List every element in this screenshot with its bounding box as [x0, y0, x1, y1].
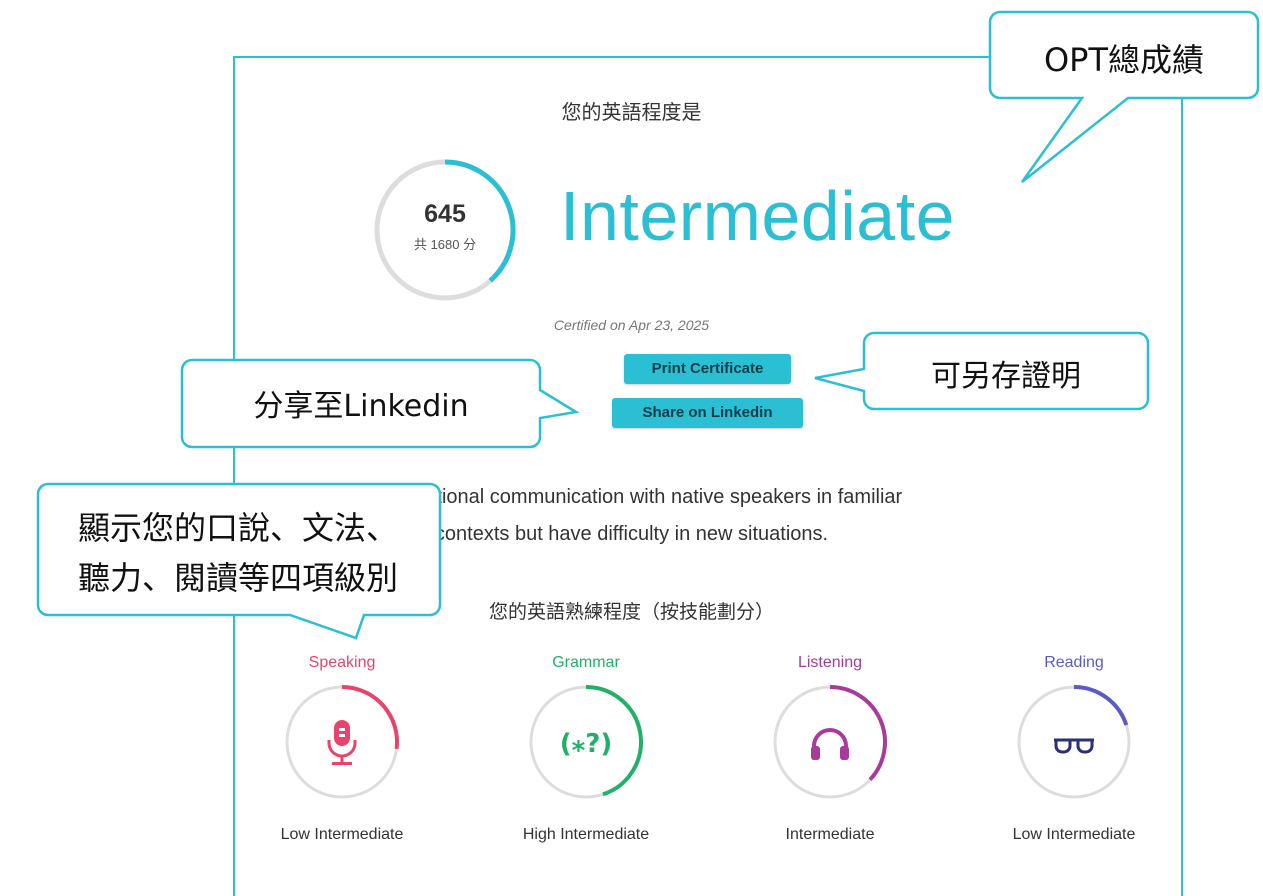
total-score-ring	[374, 159, 516, 301]
skill-progress-arc	[1073, 685, 1129, 726]
skill-name: Grammar	[552, 654, 620, 671]
skill-ring	[773, 685, 887, 799]
skill-level: Intermediate	[785, 826, 875, 843]
skill-ring	[1017, 685, 1131, 799]
glasses-icon	[1054, 738, 1094, 754]
level-heading: 您的英語程度是	[561, 102, 702, 124]
skills-heading: 您的英語熟練程度（按技能劃分）	[488, 602, 774, 623]
skill-ring	[285, 685, 399, 799]
svg-text:(⁎?): (⁎?)	[560, 729, 612, 759]
total-score-value: 645	[424, 200, 466, 228]
skill-name: Reading	[1044, 654, 1104, 671]
certified-date: Certified on Apr 23, 2025	[553, 317, 710, 333]
skill-name: Listening	[797, 654, 863, 671]
skill-ring: (⁎?)	[529, 685, 643, 799]
level-description-line-2: contexts but have difficulty in new situ…	[434, 523, 829, 545]
grammar-symbols-icon: (⁎?)	[560, 729, 612, 759]
print-certificate-button[interactable]: Print Certificate	[624, 354, 791, 384]
overall-level: Intermediate	[560, 177, 956, 255]
skill-level: Low Intermediate	[1012, 826, 1136, 843]
headphones-icon	[811, 728, 849, 760]
level-description-line-1: ave functional communication with native…	[360, 486, 903, 508]
total-score-max: 共 1680 分	[413, 237, 477, 252]
skill-progress-arc	[341, 685, 399, 750]
microphone-icon	[327, 720, 357, 765]
skill-name: Speaking	[308, 654, 376, 671]
skill-level: Low Intermediate	[280, 826, 404, 843]
skill-level: High Intermediate	[522, 826, 650, 843]
share-linkedin-button[interactable]: Share on Linkedin	[612, 398, 803, 428]
